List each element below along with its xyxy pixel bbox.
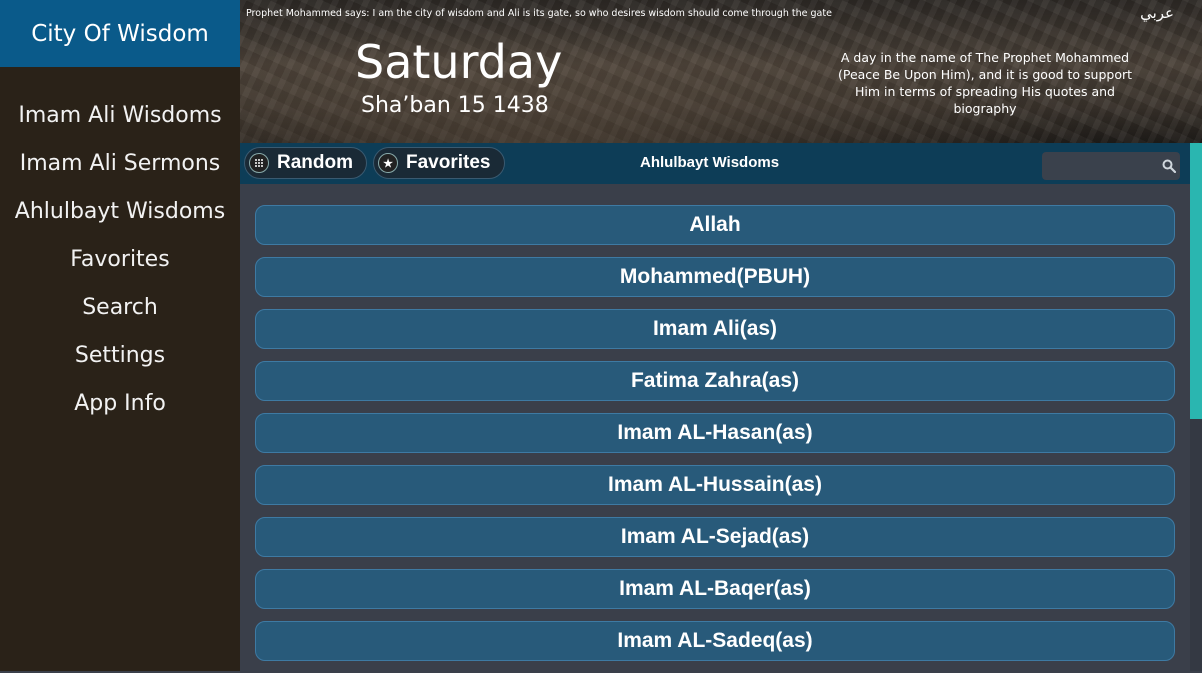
day-name: Saturday bbox=[355, 35, 563, 89]
day-description: A day in the name of The Prophet Mohamme… bbox=[837, 50, 1133, 116]
list-item[interactable]: Allah bbox=[255, 205, 1175, 245]
sidebar-item-app-info[interactable]: App Info bbox=[0, 379, 240, 427]
sidebar: City Of Wisdom Imam Ali Wisdoms Imam Ali… bbox=[0, 0, 240, 671]
list-item[interactable]: Mohammed(PBUH) bbox=[255, 257, 1175, 297]
toolbar: Random ★ Favorites Ahlulbayt Wisdoms bbox=[240, 143, 1190, 184]
favorites-button[interactable]: ★ Favorites bbox=[373, 147, 505, 179]
grid-dots-icon bbox=[249, 153, 269, 173]
search-input[interactable] bbox=[1042, 152, 1180, 180]
header-banner: Prophet Mohammed says: I am the city of … bbox=[240, 0, 1202, 143]
sidebar-item-imam-ali-sermons[interactable]: Imam Ali Sermons bbox=[0, 139, 240, 187]
random-button[interactable]: Random bbox=[244, 147, 367, 179]
scrollbar[interactable] bbox=[1190, 143, 1202, 671]
sidebar-item-imam-ali-wisdoms[interactable]: Imam Ali Wisdoms bbox=[0, 91, 240, 139]
sidebar-item-ahlulbayt-wisdoms[interactable]: Ahlulbayt Wisdoms bbox=[0, 187, 240, 235]
sidebar-nav: Imam Ali Wisdoms Imam Ali Sermons Ahlulb… bbox=[0, 67, 240, 427]
scrollbar-thumb[interactable] bbox=[1190, 143, 1202, 419]
language-toggle-link[interactable]: عربي bbox=[1140, 4, 1174, 22]
list-item[interactable]: Imam Ali(as) bbox=[255, 309, 1175, 349]
hijri-date: Sha’ban 15 1438 bbox=[361, 93, 549, 118]
star-icon: ★ bbox=[378, 153, 398, 173]
sidebar-item-settings[interactable]: Settings bbox=[0, 331, 240, 379]
search-icon[interactable] bbox=[1162, 159, 1176, 173]
random-button-label: Random bbox=[277, 152, 353, 173]
list-item[interactable]: Imam AL-Baqer(as) bbox=[255, 569, 1175, 609]
list-item[interactable]: Imam AL-Hasan(as) bbox=[255, 413, 1175, 453]
list-item[interactable]: Imam AL-Hussain(as) bbox=[255, 465, 1175, 505]
sidebar-item-search[interactable]: Search bbox=[0, 283, 240, 331]
list-item[interactable]: Imam AL-Sadeq(as) bbox=[255, 621, 1175, 661]
app-title: City Of Wisdom bbox=[0, 0, 240, 67]
list-item[interactable]: Fatima Zahra(as) bbox=[255, 361, 1175, 401]
sidebar-item-favorites[interactable]: Favorites bbox=[0, 235, 240, 283]
favorites-button-label: Favorites bbox=[406, 152, 491, 173]
list-item[interactable]: Imam AL-Sejad(as) bbox=[255, 517, 1175, 557]
wisdom-category-list: Allah Mohammed(PBUH) Imam Ali(as) Fatima… bbox=[255, 205, 1175, 673]
prophet-quote: Prophet Mohammed says: I am the city of … bbox=[246, 8, 832, 19]
section-title: Ahlulbayt Wisdoms bbox=[640, 154, 780, 171]
